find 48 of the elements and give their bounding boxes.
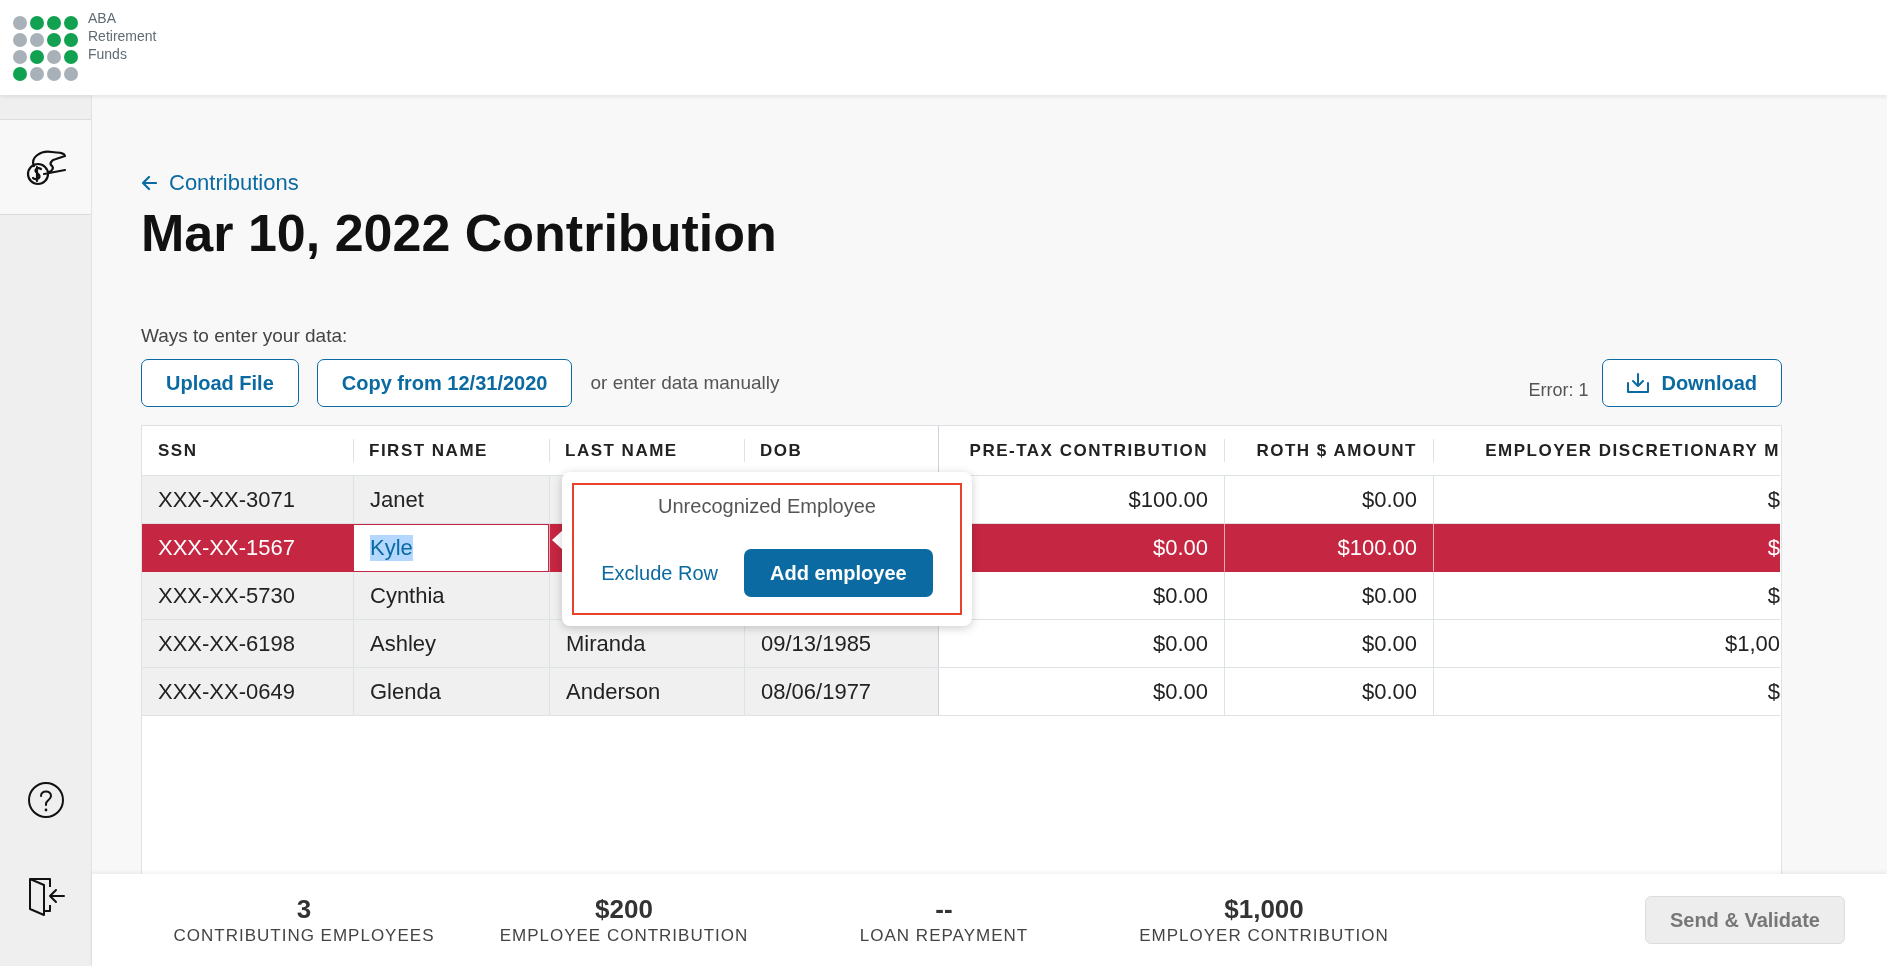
table-cell: $0.00	[1224, 572, 1433, 620]
stat-value: $200	[595, 893, 653, 925]
back-link[interactable]: Contributions	[141, 171, 299, 195]
table-cell: XXX-XX-0649	[142, 668, 353, 716]
table-cell: $0.00	[1224, 668, 1433, 716]
entry-note: or enter data manually	[590, 372, 780, 394]
stat-label: EMPLOYER CONTRIBUTION	[1139, 925, 1389, 947]
table-cell: XXX-XX-1567	[142, 524, 353, 572]
arrow-left-icon	[141, 175, 157, 191]
stat-label: CONTRIBUTING EMPLOYEES	[173, 925, 435, 947]
page-title: Mar 10, 2022 Contribution	[141, 203, 778, 263]
table-cell: Janet	[353, 476, 549, 524]
cell-input[interactable]: Kyle	[353, 524, 549, 572]
table-cell: XXX-XX-6198	[142, 620, 353, 668]
stat-value: --	[935, 893, 953, 925]
error-count: Error: 1	[1528, 379, 1589, 401]
stat-value: $1,000	[1224, 893, 1304, 925]
table-cell: Ashley	[353, 620, 549, 668]
logo-text: ABA Retirement Funds	[88, 8, 157, 63]
table-cell: $100.00	[1224, 524, 1433, 572]
table-cell: $	[1433, 524, 1780, 572]
nav-item[interactable]	[0, 120, 91, 215]
table-cell: $1,00	[1433, 620, 1780, 668]
table-cell: $	[1433, 668, 1780, 716]
table-cell: Cynthia	[353, 572, 549, 620]
stat-value: 3	[296, 893, 312, 925]
table-cell: $	[1433, 572, 1780, 620]
table-cell: XXX-XX-5730	[142, 572, 353, 620]
entry-label: Ways to enter your data:	[141, 325, 349, 347]
copy-button[interactable]: Copy from 12/31/2020	[316, 359, 573, 407]
stat-label: EMPLOYEE CONTRIBUTION	[499, 925, 749, 947]
table-cell: $0.00	[939, 668, 1224, 716]
download-button[interactable]: Download	[1602, 359, 1782, 407]
table-cell: Anderson	[549, 668, 744, 716]
upload-button[interactable]: Upload File	[141, 359, 299, 407]
table-cell: XXX-XX-3071	[142, 476, 353, 524]
column-header: ROTH $ AMOUNT	[1224, 426, 1433, 476]
column-header: EMPLOYER DISCRETIONARY M	[1433, 426, 1780, 476]
exclude-row-link[interactable]: Exclude Row	[601, 561, 718, 585]
download-icon	[1627, 373, 1650, 393]
logo-icon	[12, 14, 78, 81]
table-cell: $0.00	[1224, 620, 1433, 668]
help-icon[interactable]	[26, 781, 65, 819]
popup-title: Unrecognized Employee	[658, 495, 876, 518]
table-cell: Glenda	[353, 668, 549, 716]
add-employee-button[interactable]: Add employee	[744, 549, 933, 597]
table-cell: 08/06/1977	[744, 668, 939, 716]
stat-label: LOAN REPAYMENT	[859, 925, 1029, 947]
